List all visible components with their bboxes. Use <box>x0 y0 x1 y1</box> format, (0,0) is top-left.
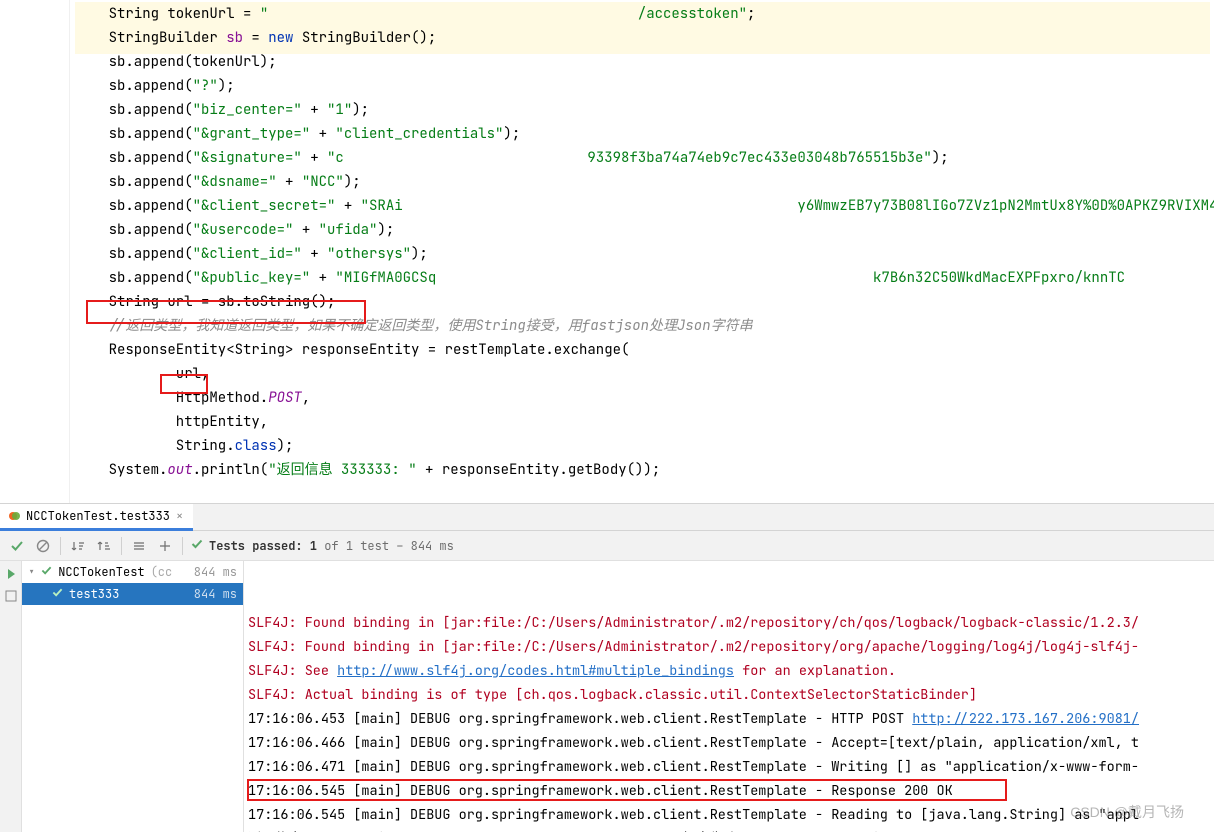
test-class-time: 844 ms <box>194 564 237 580</box>
run-side-toolbar <box>0 561 22 832</box>
test-class-hint: (cc <box>151 564 173 580</box>
sort-up-icon[interactable] <box>93 535 115 557</box>
toggle-icon[interactable] <box>4 589 18 603</box>
test-method-label: test333 <box>69 586 119 602</box>
run-tab[interactable]: NCCTokenTest.test333 × <box>0 504 193 531</box>
test-class-label: NCCTokenTest <box>58 564 144 580</box>
check-icon[interactable] <box>6 535 28 557</box>
console-line: SLF4J: Found binding in [jar:file:/C:/Us… <box>248 635 1214 659</box>
chevron-down-icon: ▾ <box>28 564 35 580</box>
run-tab-label: NCCTokenTest.test333 <box>26 508 170 524</box>
test-icon <box>8 510 20 522</box>
check-icon <box>52 586 63 602</box>
console-line: 17:16:06.545 [main] DEBUG org.springfram… <box>248 779 1214 803</box>
console-line: SLF4J: Found binding in [jar:file:/C:/Us… <box>248 611 1214 635</box>
test-status-detail: of 1 test – 844 ms <box>317 538 454 554</box>
code-editor[interactable]: String tokenUrl = " /accesstoken"; Strin… <box>0 0 1214 503</box>
editor-gutter <box>0 0 70 503</box>
test-tree-root[interactable]: ▾ NCCTokenTest (cc 844 ms <box>22 561 243 583</box>
run-toolbar: Tests passed: 1 of 1 test – 844 ms <box>0 531 1214 561</box>
console-line: 17:16:06.466 [main] DEBUG org.springfram… <box>248 731 1214 755</box>
close-icon[interactable]: × <box>176 508 183 524</box>
watermark: CSDN @戴月飞扬 <box>1070 800 1184 824</box>
test-method-time: 844 ms <box>194 586 237 602</box>
console-output[interactable]: SLF4J: Found binding in [jar:file:/C:/Us… <box>244 561 1214 832</box>
test-tree-item[interactable]: test333 844 ms <box>22 583 243 605</box>
rerun-icon[interactable] <box>4 567 18 581</box>
console-line: 17:16:06.545 [main] DEBUG org.springfram… <box>248 803 1214 827</box>
collapse-icon[interactable] <box>154 535 176 557</box>
test-status-count: Tests passed: 1 <box>209 538 317 554</box>
sort-down-icon[interactable] <box>67 535 89 557</box>
check-icon <box>41 564 52 580</box>
test-status: Tests passed: 1 of 1 test – 844 ms <box>191 538 454 554</box>
check-icon <box>191 538 203 554</box>
console-line: 17:16:06.471 [main] DEBUG org.springfram… <box>248 755 1214 779</box>
disable-icon[interactable] <box>32 535 54 557</box>
console-line: SLF4J: See http://www.slf4j.org/codes.ht… <box>248 659 1214 683</box>
run-tab-bar: NCCTokenTest.test333 × <box>0 503 1214 531</box>
console-line: 17:16:06.453 [main] DEBUG org.springfram… <box>248 707 1214 731</box>
code-content: String tokenUrl = " /accesstoken"; Strin… <box>75 2 1214 482</box>
test-tree[interactable]: ▾ NCCTokenTest (cc 844 ms test333 844 ms <box>22 561 244 832</box>
expand-icon[interactable] <box>128 535 150 557</box>
console-line: 返回信息 333333: {"success":false,"code":"",… <box>248 827 1214 832</box>
console-line: SLF4J: Actual binding is of type [ch.qos… <box>248 683 1214 707</box>
